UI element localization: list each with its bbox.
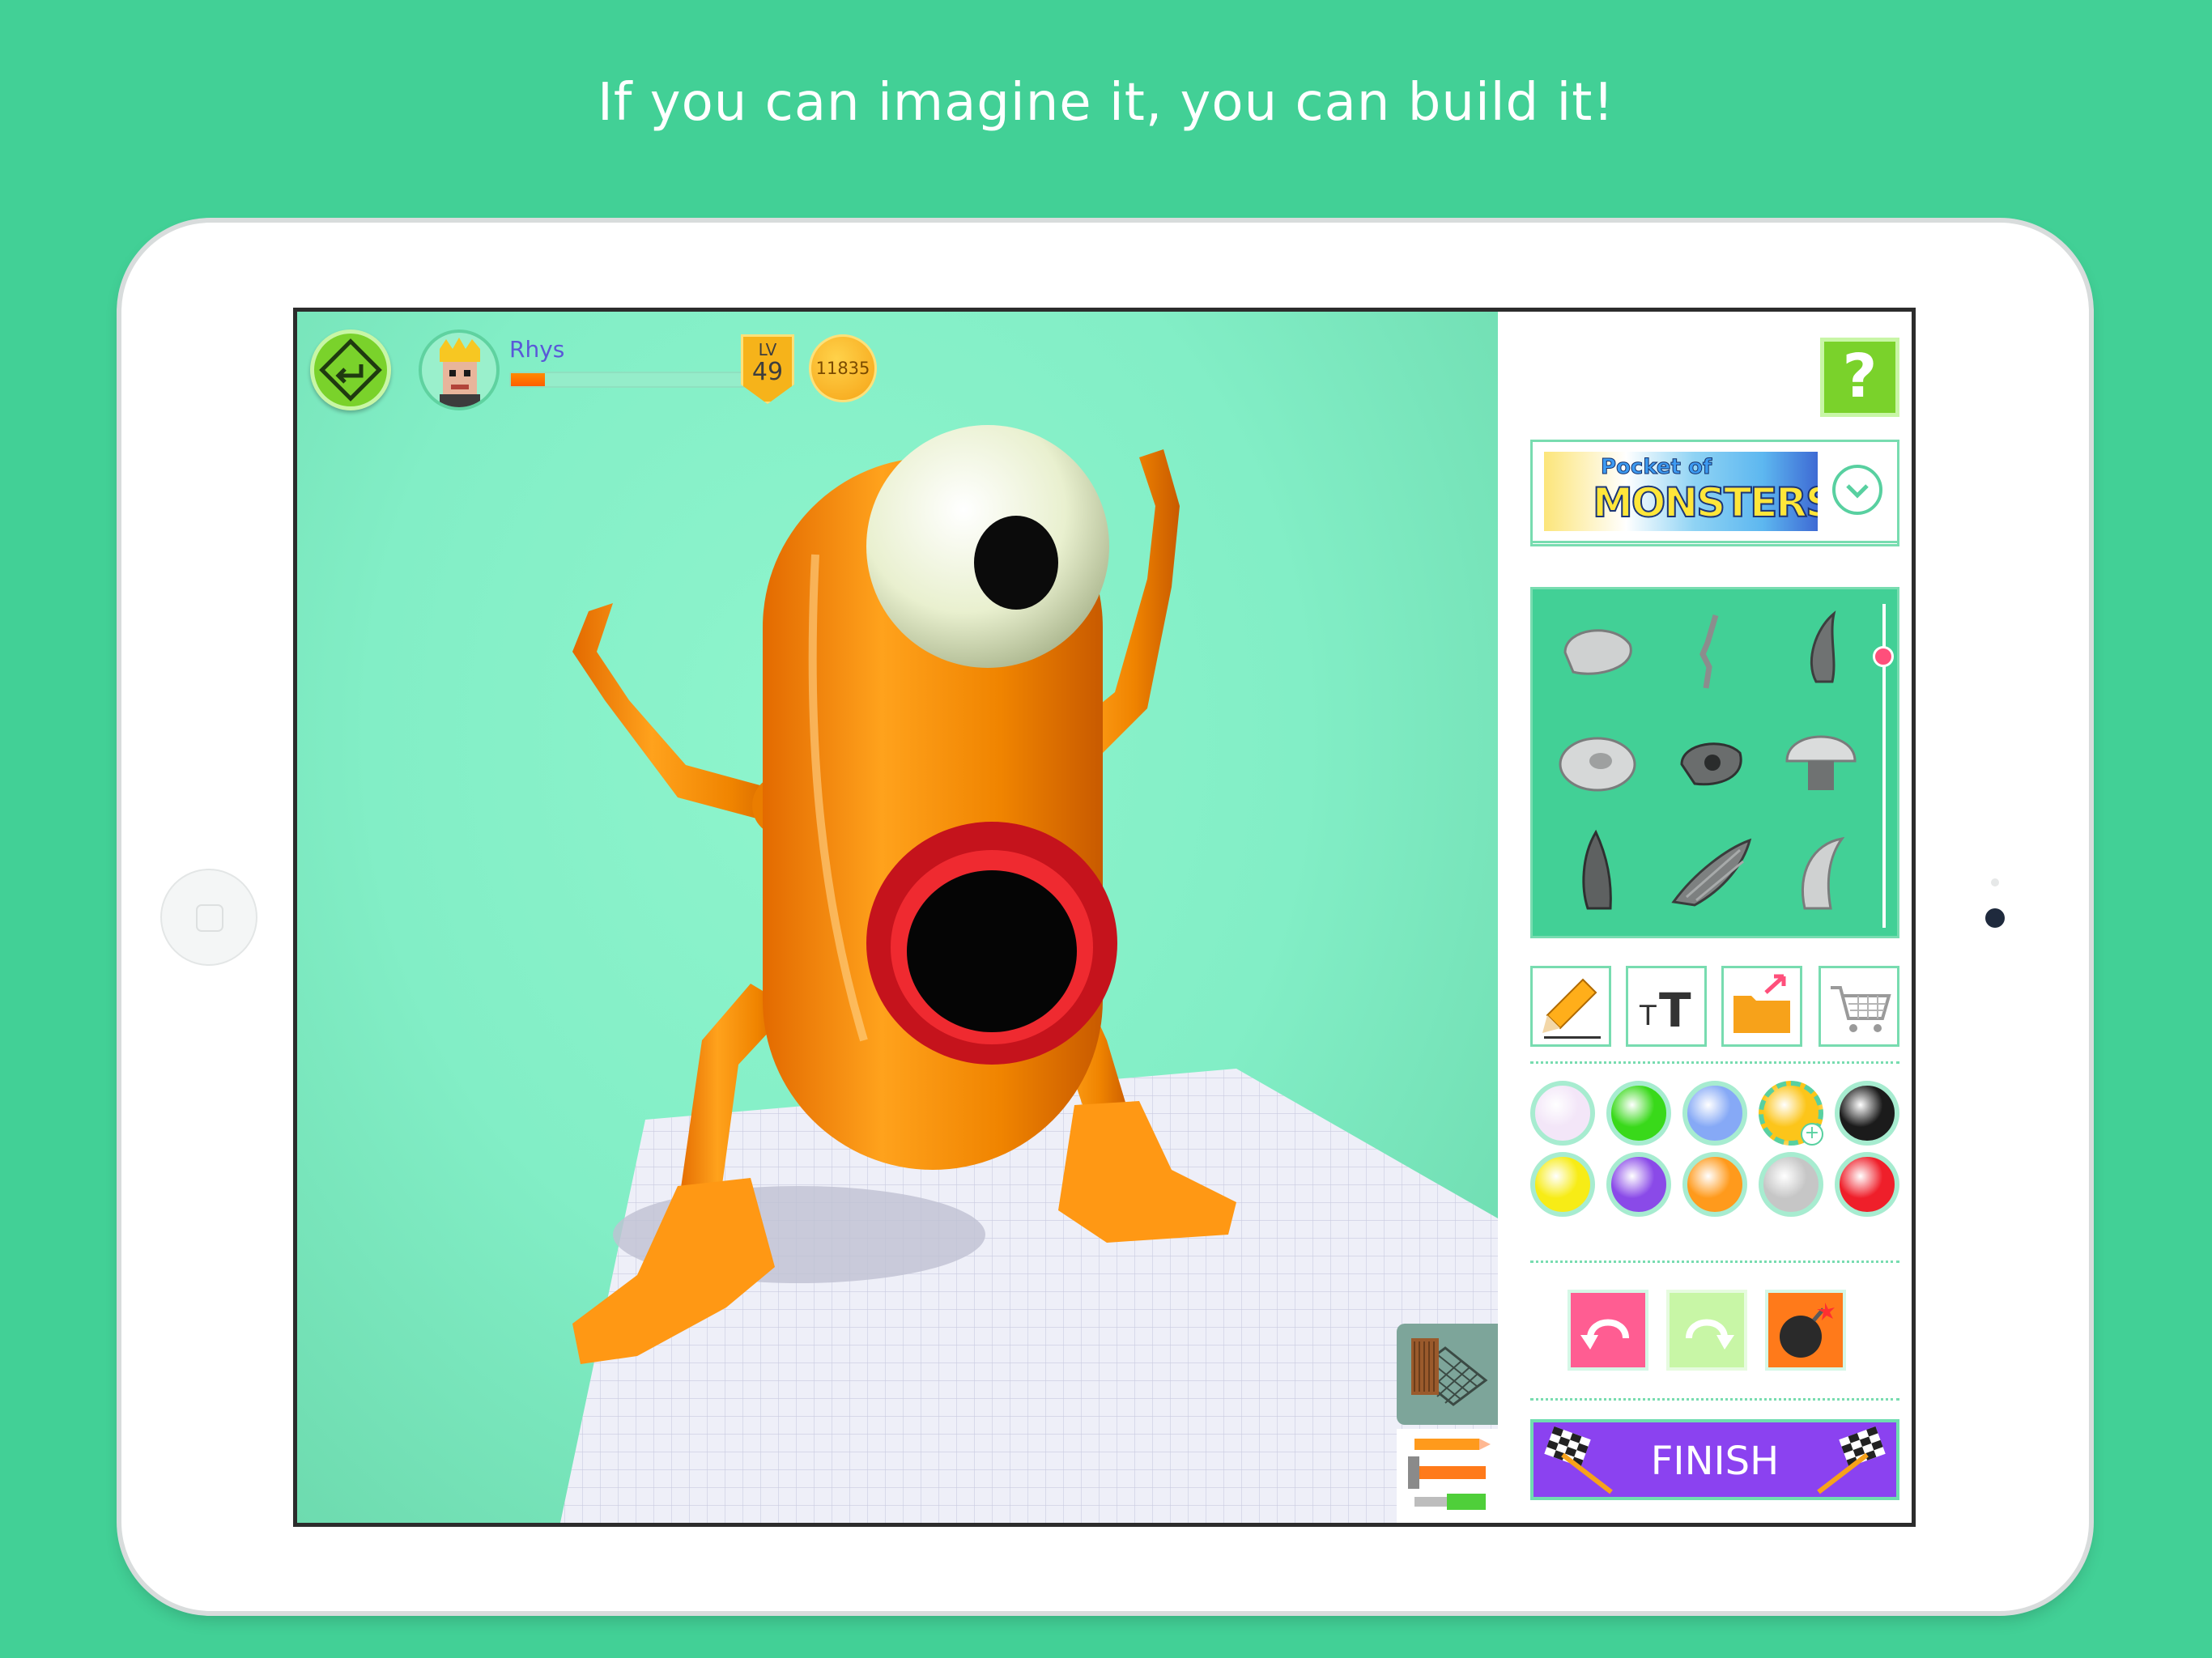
fin-part-icon[interactable] (1549, 824, 1646, 921)
coin-counter[interactable]: 11835 (809, 334, 877, 402)
parts-grid[interactable] (1530, 587, 1899, 938)
wing-part-icon[interactable] (1662, 824, 1759, 921)
color-swatch[interactable] (1835, 1081, 1899, 1146)
xp-fill (511, 373, 545, 386)
pack-selector[interactable]: Pocket of MONSTERS (1530, 440, 1899, 546)
divider (1530, 1261, 1899, 1263)
build-tools-icon (1408, 1439, 1491, 1510)
redo-button[interactable] (1666, 1290, 1747, 1371)
finish-button[interactable]: FINISH (1530, 1419, 1899, 1500)
avatar[interactable] (419, 329, 500, 410)
color-swatch[interactable]: + (1759, 1081, 1823, 1146)
shop-cart-button[interactable] (1819, 966, 1899, 1047)
color-swatch[interactable] (1682, 1152, 1747, 1217)
snout-part-icon[interactable] (1662, 712, 1759, 810)
back-button[interactable] (310, 329, 391, 410)
player-avatar-icon (440, 338, 480, 407)
undo-button[interactable] (1568, 1290, 1648, 1371)
claw-part-icon[interactable] (1772, 824, 1870, 921)
horn-part-icon[interactable] (1772, 604, 1870, 701)
add-color-icon: + (1801, 1123, 1823, 1146)
level-number: 49 (751, 358, 784, 386)
player-name: Rhys (509, 336, 565, 363)
pack-dropdown-button[interactable] (1832, 465, 1882, 515)
dome-part-icon[interactable] (1772, 712, 1870, 810)
undo-icon (1580, 1319, 1629, 1350)
redo-icon (1686, 1319, 1734, 1350)
color-swatch[interactable] (1530, 1081, 1595, 1146)
home-square-icon (196, 904, 223, 932)
color-swatch[interactable] (1835, 1152, 1899, 1217)
level-label: LV (758, 340, 777, 359)
pack-logo-line2: MONSTERS (1592, 478, 1818, 527)
blob-part-icon[interactable] (1549, 712, 1646, 810)
color-swatch[interactable] (1682, 1081, 1747, 1146)
camera-icon (1985, 908, 2005, 928)
app-screen: Rhys LV 49 11835 ? Pocket of MONSTERS T … (293, 308, 1916, 1527)
divider (1530, 1061, 1899, 1064)
color-swatch[interactable] (1759, 1152, 1823, 1217)
grid-brush-icon (1410, 1338, 1488, 1406)
grid-brush-tab[interactable] (1397, 1324, 1498, 1425)
twig-part-icon[interactable] (1662, 604, 1759, 701)
editor-panel: ? Pocket of MONSTERS T T + FINISH (1498, 312, 1912, 1523)
back-arrow-icon (319, 338, 382, 402)
home-button[interactable] (160, 869, 257, 966)
paint-tool-button[interactable] (1530, 966, 1611, 1047)
bomb-icon (1780, 1303, 1835, 1358)
monster-scene (560, 425, 1498, 1523)
divider (1530, 1398, 1899, 1401)
parts-scroll-thumb[interactable] (1873, 646, 1894, 668)
color-swatch[interactable] (1606, 1152, 1671, 1217)
build-tools-tab[interactable] (1397, 1429, 1498, 1523)
pack-logo: Pocket of MONSTERS (1544, 452, 1818, 531)
tagline: If you can imagine it, you can build it! (597, 73, 1615, 133)
color-swatch[interactable] (1606, 1081, 1671, 1146)
rock-part-icon[interactable] (1549, 604, 1646, 701)
svg-text:T: T (1659, 983, 1691, 1038)
color-palette: + (1530, 1066, 1899, 1252)
checkered-flag-icon (1817, 1426, 1886, 1494)
color-swatch[interactable] (1530, 1152, 1595, 1217)
open-folder-button[interactable] (1721, 966, 1802, 1047)
svg-text:T: T (1639, 1000, 1657, 1032)
text-size-icon: T T (1639, 983, 1691, 1038)
cart-icon (1831, 986, 1891, 1032)
text-size-button[interactable]: T T (1626, 966, 1707, 1047)
pencil-icon (1542, 978, 1601, 1039)
xp-bar (509, 372, 755, 388)
3d-viewport[interactable]: Rhys LV 49 11835 (297, 312, 1498, 1523)
folder-icon (1733, 974, 1790, 1033)
chevron-down-icon (1846, 484, 1869, 499)
sensor-dot (1991, 878, 1999, 886)
pack-logo-line1: Pocket of (1600, 455, 1712, 480)
help-button[interactable]: ? (1820, 338, 1899, 417)
clear-bomb-button[interactable] (1765, 1290, 1846, 1371)
